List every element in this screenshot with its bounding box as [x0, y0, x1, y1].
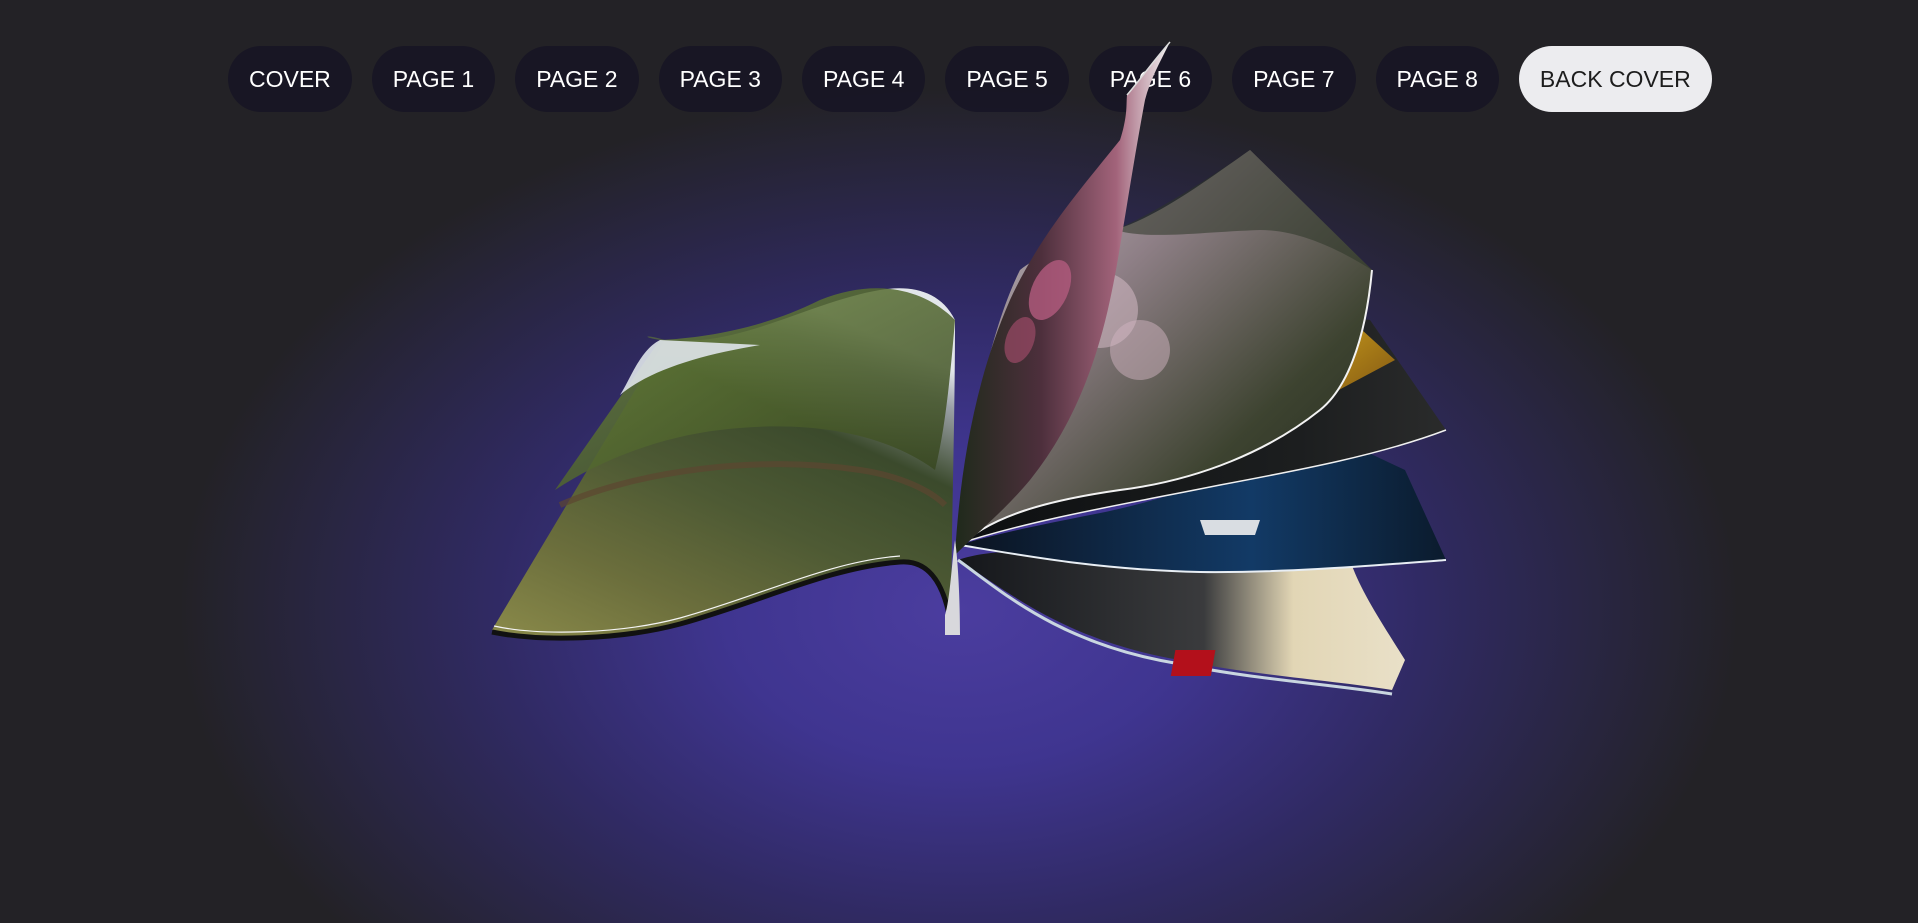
book-page-blue [960, 430, 1446, 573]
book-page-edge [957, 558, 1393, 696]
nav-button-page-4[interactable]: PAGE 4 [801, 46, 926, 112]
nav-button-page-6[interactable]: PAGE 6 [1088, 46, 1213, 112]
photo-detail-red [1170, 650, 1216, 676]
page-navigation: COVER PAGE 1 PAGE 2 PAGE 3 PAGE 4 PAGE 5… [228, 46, 1712, 112]
book-page-bottom-right [958, 550, 1405, 690]
flipbook-3d[interactable] [0, 0, 1918, 923]
nav-button-cover[interactable]: COVER [228, 46, 352, 112]
nav-button-page-2[interactable]: PAGE 2 [515, 46, 639, 112]
book-page-turning [955, 42, 1170, 555]
book-page-left [492, 288, 955, 637]
nav-button-page-8[interactable]: PAGE 8 [1375, 46, 1499, 112]
nav-button-page-5[interactable]: PAGE 5 [945, 46, 1069, 112]
nav-button-page-3[interactable]: PAGE 3 [658, 46, 782, 112]
nav-button-back-cover[interactable]: BACK COVER [1518, 46, 1712, 112]
nav-button-page-7[interactable]: PAGE 7 [1232, 46, 1356, 112]
book-page-yellow [955, 310, 1446, 545]
nav-button-page-1[interactable]: PAGE 1 [371, 46, 496, 112]
book-spine [945, 540, 960, 635]
book-page-left-edge [491, 559, 955, 641]
book-page-right-top [955, 150, 1372, 550]
